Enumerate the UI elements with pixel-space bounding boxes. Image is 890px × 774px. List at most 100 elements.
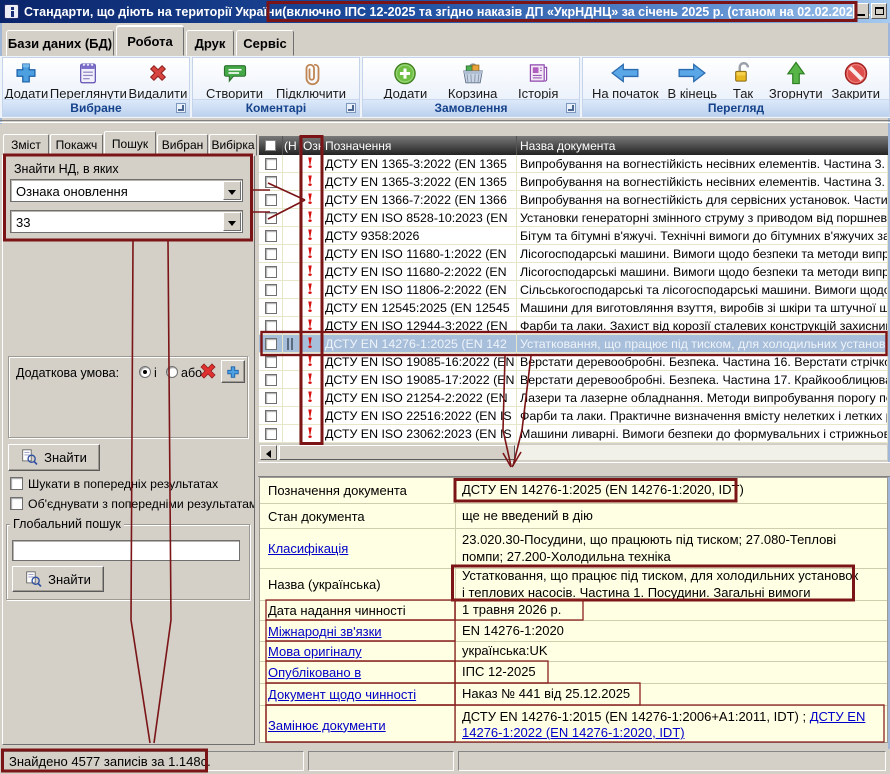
find-button[interactable]: Знайти — [8, 444, 100, 471]
tab-work[interactable]: Робота — [116, 26, 184, 56]
table-row-selected[interactable]: ! ДСТУ EN 14276-1:2025 (EN 142Устаткован… — [259, 335, 888, 353]
row-checkbox[interactable] — [265, 428, 277, 440]
global-search-input[interactable] — [12, 540, 240, 561]
table-row[interactable]: ! ДСТУ EN 1365-3:2022 (EN 1365Випробуван… — [259, 155, 888, 173]
collapse-button[interactable]: Згорнути — [769, 58, 823, 101]
row-checkbox[interactable] — [265, 410, 277, 422]
row-checkbox[interactable] — [265, 248, 277, 260]
row-checkbox[interactable] — [265, 320, 277, 332]
additional-condition-label: Додаткова умова: — [16, 366, 119, 380]
order-history-button[interactable]: Історія — [518, 58, 558, 101]
maximize-icon — [875, 7, 884, 15]
find-document-icon — [25, 571, 42, 588]
table-row[interactable]: ! ДСТУ EN ISO 12944-3:2022 (ENФарби та л… — [259, 317, 888, 335]
table-row[interactable]: ! ДСТУ EN ISO 8528-10:2023 (ENУстановки … — [259, 209, 888, 227]
validity-document-link[interactable]: Документ щодо чинності — [268, 687, 416, 702]
criterion-combobox[interactable]: Ознака оновлення — [10, 179, 243, 202]
toolbar-group-view: На початок В кінець Так Згорнути — [582, 57, 890, 117]
header-name[interactable]: Назва документа — [517, 136, 888, 155]
header-checkbox-cell[interactable] — [259, 136, 283, 155]
global-search-label: Глобальний пошук — [10, 517, 124, 531]
group-launcher-icon[interactable] — [176, 103, 186, 113]
row-checkbox[interactable] — [265, 284, 277, 296]
international-relations-link[interactable]: Міжнародні зв'язки — [268, 624, 382, 639]
header-nh[interactable]: (Н — [283, 136, 300, 155]
go-first-button[interactable]: На початок — [592, 58, 659, 101]
close-button[interactable]: Закрити — [832, 58, 880, 101]
replaces-documents-link[interactable]: Замінює документи — [268, 718, 386, 733]
row-checkbox[interactable] — [265, 176, 277, 188]
row-checkbox[interactable] — [265, 212, 277, 224]
published-in-link[interactable]: Опубліковано в — [268, 665, 361, 680]
table-row[interactable]: ! ДСТУ EN ISO 11806-2:2022 (ENСільського… — [259, 281, 888, 299]
condition-add-button[interactable] — [221, 360, 245, 383]
detail-row: Назва (українська) Устатковання, що прац… — [260, 569, 887, 601]
group-caption-favorites: Вибране — [3, 99, 189, 116]
row-checkbox[interactable] — [265, 356, 277, 368]
toolbar-group-comments: Створити Підключити Коментарі — [192, 57, 360, 117]
chevron-down-icon[interactable] — [223, 212, 241, 231]
detail-row: Документ щодо чинності Наказ № 441 від 2… — [260, 684, 887, 706]
table-row[interactable]: ! ДСТУ 9358:2026Бітум та бітумні в'яжучі… — [259, 227, 888, 245]
comment-create-button[interactable]: Створити — [206, 58, 263, 101]
order-add-button[interactable]: Додати — [384, 58, 428, 101]
group-launcher-icon[interactable] — [346, 103, 356, 113]
sidebar-tab-content[interactable]: Зміст — [3, 134, 49, 156]
search-previous-checkbox[interactable] — [10, 477, 23, 490]
classification-link[interactable]: Класифікація — [268, 541, 348, 556]
radio-or[interactable] — [166, 366, 178, 378]
update-flag-icon: ! — [306, 426, 314, 442]
arrow-up-icon — [779, 59, 813, 87]
tab-print[interactable]: Друк — [186, 30, 234, 56]
maximize-button[interactable] — [871, 3, 887, 19]
table-row[interactable]: ! ДСТУ EN ISO 23062:2023 (EN ISМашини ли… — [259, 425, 888, 443]
group-launcher-icon[interactable] — [566, 103, 576, 113]
table-horizontal-scrollbar[interactable] — [259, 444, 888, 461]
tab-service[interactable]: Сервіс — [236, 30, 294, 56]
radio-and[interactable] — [139, 366, 151, 378]
row-checkbox[interactable] — [265, 392, 277, 404]
row-checkbox[interactable] — [265, 302, 277, 314]
chevron-down-icon[interactable] — [223, 181, 241, 200]
panel-splitter[interactable] — [258, 462, 890, 477]
table-row[interactable]: ! ДСТУ EN ISO 22516:2022 (EN ISФарби та … — [259, 407, 888, 425]
scrollbar-thumb[interactable] — [279, 445, 515, 460]
table-row[interactable]: ! ДСТУ EN 12545:2025 (EN 12545Машини для… — [259, 299, 888, 317]
go-last-button[interactable]: В кінець — [668, 58, 718, 101]
header-designation[interactable]: Позначення — [322, 136, 517, 155]
original-language-link[interactable]: Мова оригіналу — [268, 644, 362, 659]
table-row[interactable]: ! ДСТУ EN ISO 21254-2:2022 (ENЛазери та … — [259, 389, 888, 407]
row-checkbox[interactable] — [265, 158, 277, 170]
value-combobox[interactable]: 33 — [10, 210, 243, 233]
sidebar-tab-index[interactable]: Покажч — [50, 134, 103, 156]
scroll-left-button[interactable] — [260, 445, 277, 460]
table-row[interactable]: ! ДСТУ EN 1366-7:2022 (EN 1366Випробуван… — [259, 191, 888, 209]
row-checkbox[interactable] — [265, 374, 277, 386]
tab-databases[interactable]: Бази даних (БД) — [6, 30, 114, 56]
table-row[interactable]: ! ДСТУ EN ISO 11680-1:2022 (ENЛісогоспод… — [259, 245, 888, 263]
table-row[interactable]: ! ДСТУ EN 1365-3:2022 (EN 1365Випробуван… — [259, 173, 888, 191]
detail-value: 23.020.30-Посудини, що працюють під тиск… — [456, 529, 887, 568]
sidebar-tab-selection[interactable]: Вибірка — [209, 134, 257, 156]
minimize-button[interactable] — [853, 3, 869, 19]
header-ozn[interactable]: Озн — [300, 136, 322, 155]
row-checkbox[interactable] — [265, 230, 277, 242]
sidebar-tab-selected[interactable]: Вибран — [157, 134, 208, 156]
favorites-add-button[interactable]: Додати — [5, 58, 49, 101]
favorites-delete-button[interactable]: Видалити — [129, 58, 188, 101]
row-checkbox[interactable] — [265, 338, 277, 350]
table-row[interactable]: ! ДСТУ EN ISO 11680-2:2022 (ENЛісогоспод… — [259, 263, 888, 281]
yes-lock-button[interactable]: Так — [726, 58, 760, 101]
table-row[interactable]: ! ДСТУ EN ISO 19085-17:2022 (ENВерстати … — [259, 371, 888, 389]
favorites-view-button[interactable]: Переглянути — [50, 58, 127, 101]
order-basket-button[interactable]: Корзина — [448, 58, 498, 101]
row-checkbox[interactable] — [265, 266, 277, 278]
global-find-button[interactable]: Знайти — [12, 566, 104, 592]
sidebar-tab-search[interactable]: Пошук — [104, 131, 156, 156]
comment-attach-button[interactable]: Підключити — [276, 58, 346, 101]
row-checkbox[interactable] — [265, 194, 277, 206]
condition-remove-icon[interactable] — [198, 361, 218, 386]
merge-previous-checkbox[interactable] — [10, 497, 23, 510]
status-segment — [458, 751, 886, 771]
table-row[interactable]: ! ДСТУ EN ISO 19085-16:2022 (ENВерстати … — [259, 353, 888, 371]
